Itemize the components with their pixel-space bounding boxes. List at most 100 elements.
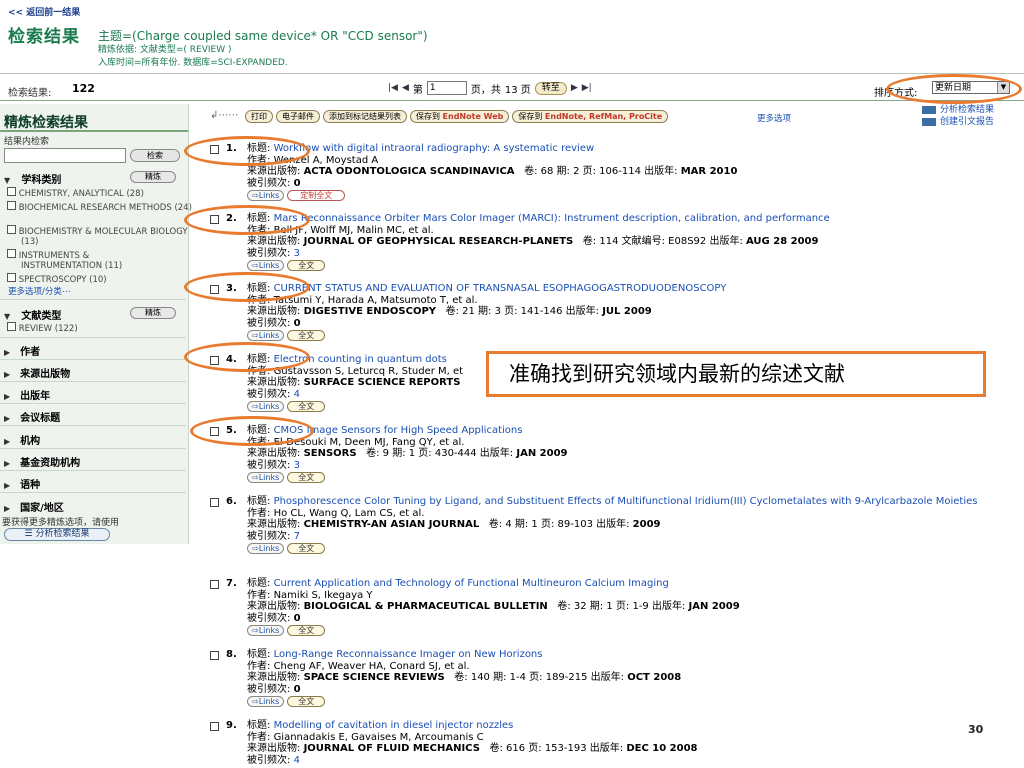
analyze-results-link[interactable]: 分析检索结果 [922,104,994,116]
category-author[interactable]: ▶ 作者 [4,343,40,358]
category-institution[interactable]: ▶ 机构 [4,432,40,447]
links-button[interactable]: ⇨Links [247,543,285,554]
fulltext-button[interactable]: 全文 [287,543,326,554]
more-options-link[interactable]: 更多选项/分类⋯ [8,285,70,297]
record-source: SURFACE SCIENCE REPORTS [303,377,461,388]
citation-report-link[interactable]: 创建引文报告 [922,116,994,128]
category-country[interactable]: ▶ 国家/地区 [4,499,64,514]
inner-search-button[interactable]: 检索 [130,149,180,162]
fulltext-button[interactable]: 全文 [287,696,326,707]
doctype-option[interactable]: REVIEW (122) [7,322,78,334]
back-link[interactable]: << 返回前一结果 [8,5,80,18]
category-year[interactable]: ▶ 出版年 [4,387,50,402]
links-button[interactable]: ⇨Links [247,330,285,341]
record-cited-count[interactable]: 4 [294,755,300,766]
links-label: Links [258,402,280,411]
record-title-link[interactable]: Phosphorescence Color Tuning by Ligand, … [274,496,978,507]
toolbar: 打印 电子邮件 添加到标记结果列表 保存到 EndNote Web 保存到 En… [245,110,669,123]
inner-search-input[interactable] [4,148,126,163]
email-button[interactable]: 电子邮件 [276,110,320,123]
checkbox[interactable] [7,273,16,282]
category-label: 基金资助机构 [20,458,81,469]
subject-option[interactable]: SPECTROSCOPY (10) [7,273,183,285]
category-conference[interactable]: ▶ 会议标题 [4,409,60,424]
option-label: BIOCHEMISTRY & MOLECULAR BIOLOGY (13) [18,227,188,247]
links-button[interactable]: ⇨Links [247,696,285,707]
subject-option[interactable]: INSTRUMENTS & INSTRUMENTATION (11) [7,249,171,271]
authors-label: 作者: [247,589,271,601]
links-row: ⇨Links 全文 [247,401,1022,412]
checkbox[interactable] [7,225,16,234]
fulltext-button[interactable]: 定制全文 [287,190,346,201]
authors-row: 作者: Wenzel A, Moystad A [247,155,1022,167]
record-title-link[interactable]: Modelling of cavitation in diesel inject… [274,720,514,731]
analyze-icon [922,105,936,114]
page-title: 检索结果 [8,27,80,47]
authors-row: 作者: Giannadakis E, Gavaises M, Arcoumani… [247,732,1022,744]
record-body: 标题: CURRENT STATUS AND EVALUATION OF TRA… [247,283,1022,341]
doctype-category-header[interactable]: ▼ 文献类型 [4,307,61,322]
record-cited-count[interactable]: 7 [294,531,300,542]
save-endnote-web-button[interactable]: 保存到 EndNote Web [410,110,510,123]
record-cited-count[interactable]: 3 [294,460,300,471]
page-input[interactable]: 1 [426,81,467,95]
fulltext-button[interactable]: 全文 [287,625,326,636]
cited-row: 被引频次: 3 [247,248,1022,260]
record-title-link[interactable]: CURRENT STATUS AND EVALUATION OF TRANSNA… [274,283,727,294]
save-endnote-button[interactable]: 保存到 EndNote, RefMan, ProCite [512,110,669,123]
record-title-link[interactable]: Workflow with digital intraoral radiogra… [274,143,595,154]
record-title-link[interactable]: Current Application and Technology of Fu… [274,578,669,589]
inner-search-label: 结果内检索 [4,137,50,147]
record-cited-count[interactable]: 3 [294,248,300,259]
checkbox[interactable] [7,249,16,258]
subject-category-header[interactable]: ▼ 学科类别 [4,171,61,186]
category-label: 来源出版物 [20,369,71,380]
links-button[interactable]: ⇨Links [247,401,285,412]
record-checkbox[interactable] [210,580,219,589]
checkbox[interactable] [7,201,16,210]
next-page-icon[interactable]: ▶ [571,83,578,93]
goto-button[interactable]: 转至 [534,81,567,95]
record-checkbox[interactable] [210,651,219,660]
analyze-results-button[interactable]: ☰ 分析检索结果 [4,528,110,541]
category-funding[interactable]: ▶ 基金资助机构 [4,454,80,469]
source-label: 来源出版物: [247,377,301,388]
record-source: BIOLOGICAL & PHARMACEUTICAL BULLETIN [303,601,548,612]
last-page-icon[interactable]: ▶| [582,83,592,93]
fulltext-button[interactable]: 全文 [287,401,326,412]
subject-option[interactable]: BIOCHEMICAL RESEARCH METHODS (24) [7,201,197,213]
prev-page-icon[interactable]: ◀ [402,83,409,93]
links-button[interactable]: ⇨Links [247,260,285,271]
links-label: Links [258,191,280,200]
print-button[interactable]: 打印 [245,110,273,123]
record-cited-count[interactable]: 4 [294,389,300,400]
option-label: CHEMISTRY, ANALYTICAL (28) [18,189,144,199]
more-options-link[interactable]: 更多选项 [757,112,791,124]
category-language[interactable]: ▶ 语种 [4,476,40,491]
first-page-icon[interactable]: |◀ [388,83,398,93]
record-title-link[interactable]: Mars Reconnaissance Orbiter Mars Color I… [274,213,830,224]
checkbox[interactable] [7,322,16,331]
record-title-link[interactable]: Long-Range Reconnaissance Imager on New … [274,649,543,660]
doctype-refine-button[interactable]: 精炼 [130,307,176,319]
checkbox[interactable] [7,187,16,196]
record-checkbox[interactable] [210,498,219,507]
subject-refine-button[interactable]: 精炼 [130,171,176,183]
links-button[interactable]: ⇨Links [247,625,285,636]
cited-label: 被引频次: [247,459,291,471]
record-details: 卷: 114 文献编号: E08S92 出版年: [582,236,746,247]
record-checkbox[interactable] [210,722,219,731]
links-button[interactable]: ⇨Links [247,190,285,201]
subject-option[interactable]: BIOCHEMISTRY & MOLECULAR BIOLOGY (13) [7,225,197,247]
links-button[interactable]: ⇨Links [247,472,285,483]
fulltext-button[interactable]: 全文 [287,472,326,483]
source-row: 来源出版物: SENSORS 卷: 9 期: 1 页: 430-444 出版年:… [247,448,1022,460]
title-row: 标题: Mars Reconnaissance Orbiter Mars Col… [247,213,1022,225]
subject-option[interactable]: CHEMISTRY, ANALYTICAL (28) [7,187,183,199]
record-number: 7. [226,578,237,589]
add-marked-button[interactable]: 添加到标记结果列表 [323,110,407,123]
category-source[interactable]: ▶ 来源出版物 [4,365,70,380]
doctype-category-label: 文献类型 [21,311,62,322]
fulltext-button[interactable]: 全文 [287,260,326,271]
fulltext-button[interactable]: 全文 [287,330,326,341]
